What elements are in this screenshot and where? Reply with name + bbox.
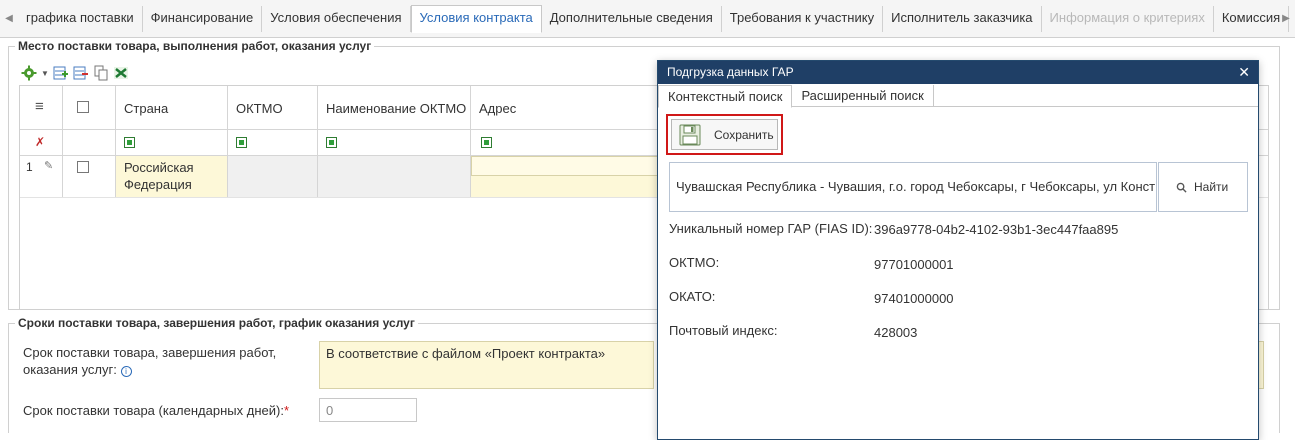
tab-criteria-info: Информация о критериях [1041,6,1214,32]
dialog-title: Подгрузка данных ГАР [667,65,794,79]
postal-code-value: 428003 [874,325,918,340]
column-country[interactable]: Страна [116,86,228,129]
filter-oktmo-checkbox[interactable] [236,137,247,148]
grid-toolbar: ▼ [21,64,129,82]
copy-icon[interactable] [93,65,109,81]
fias-id-value: 396a9778-04b2-4102-93b1-3ec447faa895 [874,222,1119,237]
tab-strip: ◀ графика поставки Финансирование Услови… [0,0,1295,38]
select-all-checkbox[interactable] [77,101,89,113]
row-number: 1 [26,160,33,174]
save-highlight-frame: Сохранить [666,114,783,155]
tab-participant-requirements[interactable]: Требования к участнику [721,6,884,32]
edit-icon[interactable]: ✎ [44,159,53,172]
row-checkbox[interactable] [77,161,89,173]
tab-financing[interactable]: Финансирование [142,6,263,32]
tabs: графика поставки Финансирование Условия … [18,5,1290,38]
cell-country[interactable]: Российская Федерация [116,156,228,197]
cell-oktmo-name[interactable] [318,156,471,197]
filter-address-checkbox[interactable] [481,137,492,148]
column-oktmo-name[interactable]: Наименование ОКТМО [318,86,471,129]
oktmo-label: ОКТМО: [669,255,720,270]
column-oktmo[interactable]: ОКТМО [228,86,318,129]
filter-country-checkbox[interactable] [124,137,135,148]
delete-row-icon[interactable] [73,65,89,81]
tab-schedule[interactable]: графика поставки [18,6,143,32]
gar-dialog: Подгрузка данных ГАР ✕ Контекстный поиск… [657,60,1259,440]
tab-contract-terms[interactable]: Условия контракта [410,5,542,33]
add-row-icon[interactable] [53,65,69,81]
chevron-down-icon[interactable]: ▼ [41,69,49,78]
dialog-tabs: Контекстный поиск Расширенный поиск [658,85,1258,108]
floppy-disk-icon [679,124,701,146]
excel-export-icon[interactable] [113,65,129,81]
okato-value: 97401000000 [874,291,954,306]
dialog-titlebar: Подгрузка данных ГАР ✕ [658,61,1258,84]
settings-icon[interactable] [21,65,37,81]
find-button[interactable]: Найти [1158,162,1248,212]
cell-oktmo[interactable] [228,156,318,197]
info-icon[interactable]: i [120,366,132,377]
tab-security-terms[interactable]: Условия обеспечения [262,6,411,32]
tab-context-search[interactable]: Контекстный поиск [658,85,793,108]
column-address[interactable]: Адрес [471,86,671,129]
days-input[interactable]: 0 [319,398,417,422]
address-search-input[interactable]: Чувашская Республика - Чувашия, г.о. гор… [669,162,1157,212]
tab-scroll-right-icon[interactable]: ▶ [1280,9,1292,29]
term-label: Срок поставки товара, завершения работ, … [23,345,277,377]
tab-advanced-search[interactable]: Расширенный поиск [792,85,934,107]
filter-oktmo-name-checkbox[interactable] [326,137,337,148]
tab-commission[interactable]: Комиссия [1213,6,1290,32]
tab-customer-executor[interactable]: Исполнитель заказчика [883,6,1042,32]
postal-code-label: Почтовый индекс: [669,323,778,338]
fias-id-label: Уникальный номер ГАР (FIAS ID): [669,221,873,236]
section-title: Сроки поставки товара, завершения работ,… [15,316,418,330]
clear-filter-icon[interactable]: ✗ [35,135,45,149]
close-icon[interactable]: ✕ [1238,61,1250,83]
term-textarea[interactable]: В соответствие с файлом «Проект контракт… [319,341,654,389]
tab-additional-info[interactable]: Дополнительные сведения [541,6,722,32]
cell-address[interactable] [471,156,671,197]
days-label: Срок поставки товара (календарных дней):… [23,403,289,418]
save-button[interactable]: Сохранить [671,119,778,150]
oktmo-value: 97701000001 [874,257,954,272]
okato-label: ОКАТО: [669,289,716,304]
search-icon [1176,182,1187,193]
address-editor[interactable] [471,156,671,176]
section-title: Место поставки товара, выполнения работ,… [15,39,375,53]
menu-icon[interactable]: ≡ [35,98,44,115]
required-mark: * [283,403,289,418]
tab-scroll-left-icon[interactable]: ◀ [3,9,15,29]
